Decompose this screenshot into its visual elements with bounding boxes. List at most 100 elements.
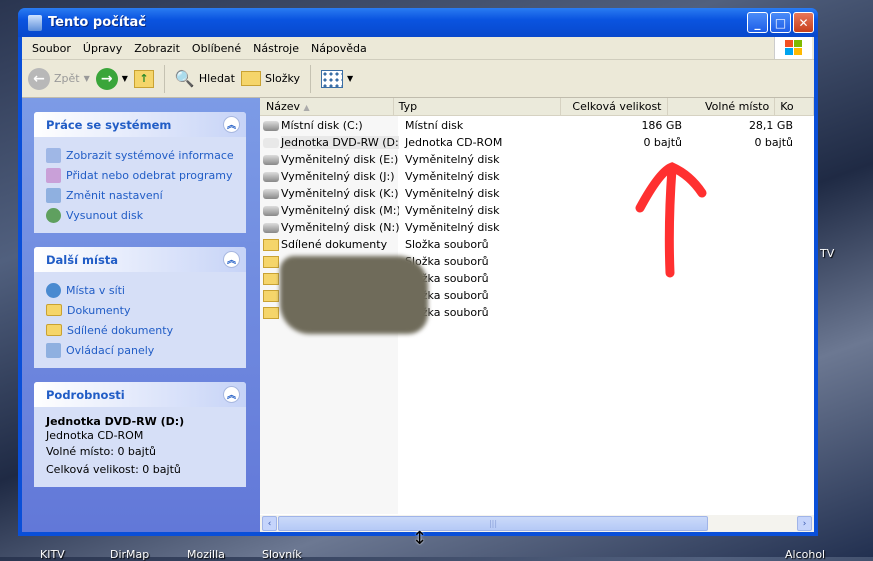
- back-button[interactable]: ← Zpět ▼: [28, 67, 90, 90]
- item-type: Vyměnitelný disk: [405, 221, 500, 234]
- other-places-panel: Další místa ︽ Místa v síti Dokumenty Sdíl…: [34, 247, 246, 368]
- task-add-remove-programs[interactable]: Přidat nebo odebrat programy: [46, 165, 234, 185]
- desktop-icon-label[interactable]: KITV: [40, 548, 65, 561]
- file-row[interactable]: Vyměnitelný disk (J:) Vyměnitelný disk: [260, 168, 814, 185]
- task-system-info[interactable]: Zobrazit systémové informace: [46, 145, 234, 165]
- folders-button[interactable]: Složky: [240, 71, 300, 86]
- dvd-drive-icon: [263, 137, 279, 148]
- scroll-right-button[interactable]: ›: [797, 516, 812, 531]
- menu-tools[interactable]: Nástroje: [247, 42, 305, 55]
- toolbar: ← Zpět ▼ → ▼ ↑ 🔍 Hledat Složky ▼: [22, 60, 814, 98]
- close-button[interactable]: ✕: [793, 12, 814, 33]
- back-label: Zpět: [54, 72, 80, 85]
- scrollbar-thumb[interactable]: |||: [278, 516, 708, 531]
- item-type: Jednotka CD-ROM: [405, 136, 503, 149]
- redacted-area: [280, 256, 428, 334]
- folder-icon: [263, 306, 279, 319]
- collapse-icon[interactable]: ︽: [223, 251, 240, 268]
- item-total-size: 0 bajtů: [643, 136, 682, 149]
- details-panel: Podrobnosti ︽ Jednotka DVD-RW (D:) Jednot…: [34, 382, 246, 487]
- removable-disk-icon: [263, 171, 279, 182]
- file-row[interactable]: Vyměnitelný disk (M:) Vyměnitelný disk: [260, 202, 814, 219]
- menu-file[interactable]: Soubor: [26, 42, 77, 55]
- detail-type: Jednotka CD-ROM: [46, 429, 144, 442]
- place-shared-documents[interactable]: Sdílené dokumenty: [46, 320, 234, 340]
- file-list: Název ▲ Typ Celková velikost Volné místo…: [260, 98, 814, 532]
- control-panel-icon: [46, 187, 61, 203]
- desktop-icon-label[interactable]: Slovník: [262, 548, 302, 561]
- window-title: Tento počítač: [48, 15, 146, 30]
- title-bar[interactable]: Tento počítač _ □ ✕: [18, 8, 818, 37]
- menu-view[interactable]: Zobrazit: [128, 42, 186, 55]
- item-total-size: 186 GB: [641, 119, 682, 132]
- removable-disk-icon: [263, 154, 279, 165]
- collapse-icon[interactable]: ︽: [223, 116, 240, 133]
- maximize-button[interactable]: □: [770, 12, 791, 33]
- task-change-settings[interactable]: Změnit nastavení: [46, 185, 234, 205]
- item-free-space: 0 bajtů: [754, 136, 793, 149]
- control-panel-icon: [46, 342, 61, 358]
- file-row[interactable]: Vyměnitelný disk (N:) Vyměnitelný disk: [260, 219, 814, 236]
- place-label: Ovládací panely: [66, 343, 155, 357]
- folder-icon: [263, 289, 279, 302]
- task-label: Zobrazit systémové informace: [66, 148, 234, 162]
- desktop-icon-label[interactable]: Mozilla: [187, 548, 225, 561]
- column-name[interactable]: Název ▲: [260, 98, 394, 115]
- menu-edit[interactable]: Úpravy: [77, 42, 128, 55]
- system-info-icon: [46, 147, 61, 163]
- folder-icon: [240, 71, 261, 86]
- file-row[interactable]: Sdílené dokumenty Složka souborů: [260, 236, 814, 253]
- place-control-panel[interactable]: Ovládací panely: [46, 340, 234, 360]
- item-name: Vyměnitelný disk (K:): [281, 187, 399, 200]
- column-total-size[interactable]: Celková velikost: [561, 98, 668, 115]
- up-folder-icon[interactable]: ↑: [133, 69, 154, 88]
- removable-disk-icon: [263, 222, 279, 233]
- search-icon: 🔍: [174, 69, 195, 88]
- collapse-icon[interactable]: ︽: [223, 386, 240, 403]
- desktop-icon-label[interactable]: DirMap: [110, 548, 149, 561]
- windows-logo-icon: [774, 37, 812, 59]
- programs-icon: [46, 167, 61, 183]
- column-type[interactable]: Typ: [394, 98, 561, 115]
- item-type: Vyměnitelný disk: [405, 153, 500, 166]
- removable-disk-icon: [263, 188, 279, 199]
- item-name: Vyměnitelný disk (J:): [281, 170, 395, 183]
- place-documents[interactable]: Dokumenty: [46, 300, 234, 320]
- folder-icon: [263, 255, 279, 268]
- views-icon: [321, 69, 344, 88]
- detail-total: Celková velikost: 0 bajtů: [46, 463, 181, 476]
- file-row[interactable]: Jednotka DVD-RW (D:) Jednotka CD-ROM 0 b…: [260, 134, 814, 151]
- panel-title: Další místa: [46, 252, 119, 267]
- item-name: Místní disk (C:): [281, 119, 363, 132]
- desktop-icon-label[interactable]: Alcohol: [785, 548, 825, 561]
- views-button[interactable]: ▼: [321, 69, 353, 88]
- place-network[interactable]: Místa v síti: [46, 280, 234, 300]
- search-button[interactable]: 🔍 Hledat: [175, 69, 235, 88]
- file-row[interactable]: Vyměnitelný disk (E:) Vyměnitelný disk: [260, 151, 814, 168]
- menu-help[interactable]: Nápověda: [305, 42, 373, 55]
- folder-icon: [46, 324, 62, 336]
- item-type: Vyměnitelný disk: [405, 204, 500, 217]
- desktop-icon-label[interactable]: TV: [820, 247, 834, 260]
- horizontal-scrollbar[interactable]: ‹ ||| ›: [260, 515, 814, 532]
- task-eject-disk[interactable]: Vysunout disk: [46, 205, 234, 225]
- file-row[interactable]: Vyměnitelný disk (K:) Vyměnitelný disk: [260, 185, 814, 202]
- place-label: Místa v síti: [66, 283, 125, 297]
- item-name: Vyměnitelný disk (M:): [281, 204, 399, 217]
- red-arrow-annotation: [635, 162, 707, 278]
- column-more[interactable]: Ko: [775, 98, 814, 115]
- hard-disk-icon: [263, 120, 279, 131]
- file-row[interactable]: Místní disk (C:) Místní disk 186 GB 28,1…: [260, 117, 814, 134]
- resize-cursor-icon: ↕: [412, 528, 428, 549]
- menu-bar: Soubor Úpravy Zobrazit Oblíbené Nástroje…: [22, 37, 814, 60]
- item-type: Složka souborů: [405, 238, 489, 251]
- menu-favorites[interactable]: Oblíbené: [186, 42, 247, 55]
- place-label: Sdílené dokumenty: [67, 323, 174, 337]
- minimize-button[interactable]: _: [747, 12, 768, 33]
- forward-button[interactable]: → ▼: [95, 67, 128, 90]
- task-label: Změnit nastavení: [66, 188, 163, 202]
- scroll-left-button[interactable]: ‹: [262, 516, 277, 531]
- column-headers: Název ▲ Typ Celková velikost Volné místo…: [260, 98, 814, 116]
- column-free-space[interactable]: Volné místo: [668, 98, 776, 115]
- folder-icon: [263, 272, 279, 285]
